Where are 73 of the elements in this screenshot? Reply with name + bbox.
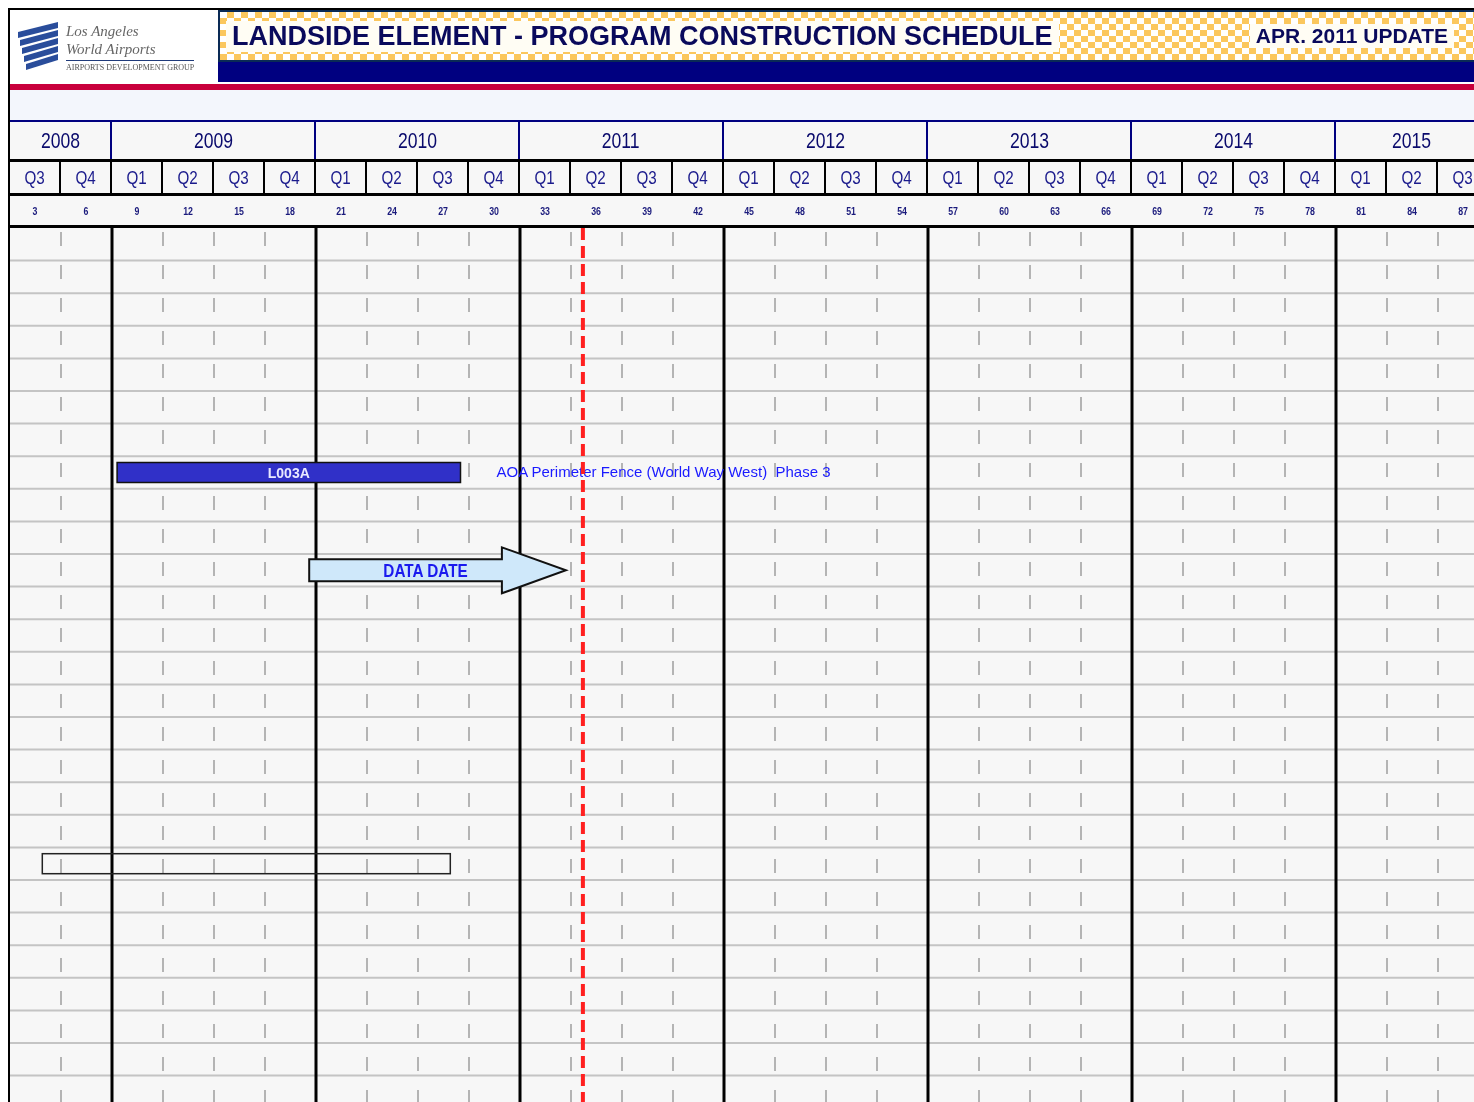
month-cell-text: 69	[1151, 203, 1164, 219]
quarter-cell: Q3	[622, 162, 673, 193]
year-cell: 2013	[928, 122, 1132, 159]
year-cell: 2009	[112, 122, 316, 159]
quarter-cell: Q3	[1438, 162, 1474, 193]
month-cell-text: 33	[539, 203, 552, 219]
month-cell-text: 15	[233, 203, 246, 219]
month-cell-text: 84	[1406, 203, 1419, 219]
month-cell-text: 27	[437, 203, 450, 219]
month-cell-text: 48	[794, 203, 807, 219]
month-cell-text: 6	[83, 203, 90, 219]
quarter-cell: Q3	[1030, 162, 1081, 193]
update-label: APR. 2011 UPDATE	[1249, 24, 1454, 48]
month-cell-text: 60	[998, 203, 1011, 219]
year-cell: 2011	[520, 122, 724, 159]
quarter-cell: Q2	[775, 162, 826, 193]
activity-code: L003A	[267, 464, 310, 481]
quarter-cell: Q4	[877, 162, 928, 193]
quarter-cell: Q3	[826, 162, 877, 193]
quarter-cell: Q1	[316, 162, 367, 193]
month-cell-text: 63	[1049, 203, 1062, 219]
quarter-cell: Q1	[520, 162, 571, 193]
quarter-cell: Q3	[214, 162, 265, 193]
quarter-cell: Q2	[571, 162, 622, 193]
month-cell-text: 45	[743, 203, 756, 219]
month-cell-text: 12	[182, 203, 195, 219]
month-cell-text: 21	[335, 203, 348, 219]
quarter-cell: Q2	[367, 162, 418, 193]
quarter-cell: Q2	[979, 162, 1030, 193]
month-cell-text: 30	[488, 203, 501, 219]
month-cell-text: 81	[1355, 203, 1368, 219]
month-cell-text: 9	[133, 203, 141, 219]
quarter-cell: Q4	[1285, 162, 1336, 193]
quarter-cell: Q4	[673, 162, 724, 193]
quarter-cell: Q4	[1081, 162, 1132, 193]
quarter-cell: Q3	[10, 162, 61, 193]
month-cell-text: 75	[1253, 203, 1266, 219]
schedule-title: LANDSIDE ELEMENT - PROGRAM CONSTRUCTION SCHEDULE	[226, 20, 1059, 52]
data-date-label: DATA DATE	[383, 561, 468, 582]
month-cell-text: 24	[386, 203, 399, 219]
quarter-cell: Q2	[163, 162, 214, 193]
quarter-cell: Q4	[469, 162, 520, 193]
month-cell-text: 57	[947, 203, 960, 219]
month-cell-text: 51	[845, 203, 858, 219]
logo-text: World Airports	[66, 40, 157, 58]
month-cell-text: 54	[896, 203, 909, 219]
quarter-cell: Q1	[724, 162, 775, 193]
year-cell: 2014	[1132, 122, 1336, 159]
month-cell-text: 18	[284, 203, 297, 219]
quarter-cell: Q3	[1234, 162, 1285, 193]
year-cell: 2010	[316, 122, 520, 159]
month-cell-text: 39	[641, 203, 654, 219]
month-cell-text: 78	[1304, 203, 1317, 219]
quarter-cell: Q2	[1183, 162, 1234, 193]
quarter-cell: Q4	[61, 162, 112, 193]
month-cell-text: 66	[1100, 203, 1113, 219]
year-cell: 2008	[10, 122, 112, 159]
quarter-cell: Q1	[112, 162, 163, 193]
logo-text: Los Angeles	[66, 22, 140, 40]
year-cell: 2012	[724, 122, 928, 159]
month-cell-text: 72	[1202, 203, 1215, 219]
quarter-cell: Q2	[1387, 162, 1438, 193]
month-cell-text: 3	[32, 203, 39, 219]
quarter-cell: Q1	[928, 162, 979, 193]
month-cell-text: 87	[1457, 203, 1470, 219]
quarter-cell: Q1	[1336, 162, 1387, 193]
logo-subtitle: AIRPORTS DEVELOPMENT GROUP	[66, 60, 195, 72]
quarter-cell: Q3	[418, 162, 469, 193]
quarter-cell: Q1	[1132, 162, 1183, 193]
month-cell-text: 42	[692, 203, 705, 219]
year-cell: 2015	[1336, 122, 1474, 159]
quarter-cell: Q4	[265, 162, 316, 193]
month-cell-text: 36	[590, 203, 603, 219]
